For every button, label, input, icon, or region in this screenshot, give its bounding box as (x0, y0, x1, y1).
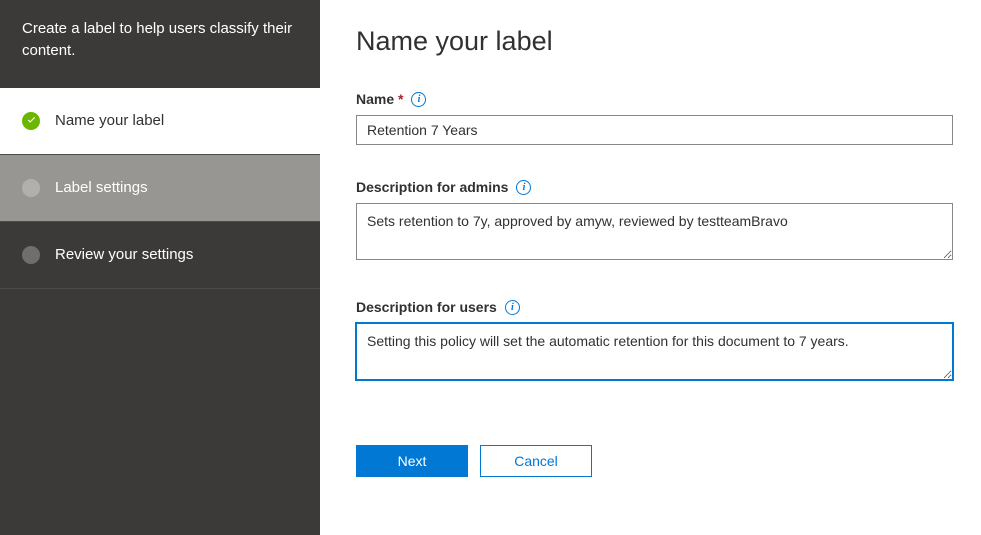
wizard-steps-list: Name your label Label settings Review yo… (0, 88, 320, 289)
admin-desc-field-group: Description for admins i (356, 179, 953, 265)
check-circle-icon (22, 112, 40, 130)
page-title: Name your label (356, 26, 953, 57)
wizard-step-name-label[interactable]: Name your label (0, 88, 320, 155)
info-icon[interactable]: i (516, 180, 531, 195)
pending-circle-icon (22, 246, 40, 264)
wizard-step-label: Label settings (55, 179, 148, 196)
user-desc-input[interactable] (356, 323, 953, 380)
wizard-step-label-settings[interactable]: Label settings (0, 155, 320, 222)
info-icon[interactable]: i (505, 300, 520, 315)
pending-circle-icon (22, 179, 40, 197)
button-row: Next Cancel (356, 445, 953, 477)
admin-desc-label: Description for admins (356, 179, 508, 195)
name-field-group: Name * i (356, 91, 953, 145)
sidebar-header-text: Create a label to help users classify th… (0, 0, 320, 88)
name-input[interactable] (356, 115, 953, 145)
user-desc-field-group: Description for users i (356, 299, 953, 385)
admin-desc-label-row: Description for admins i (356, 179, 953, 195)
wizard-sidebar: Create a label to help users classify th… (0, 0, 320, 535)
user-desc-label-row: Description for users i (356, 299, 953, 315)
name-label: Name * (356, 91, 403, 107)
main-panel: Name your label Name * i Description for… (320, 0, 981, 535)
info-icon[interactable]: i (411, 92, 426, 107)
admin-desc-input[interactable] (356, 203, 953, 260)
required-asterisk: * (398, 91, 403, 107)
wizard-step-review[interactable]: Review your settings (0, 222, 320, 289)
wizard-step-label: Name your label (55, 112, 164, 129)
cancel-button[interactable]: Cancel (480, 445, 592, 477)
name-label-row: Name * i (356, 91, 953, 107)
user-desc-label: Description for users (356, 299, 497, 315)
wizard-step-label: Review your settings (55, 246, 193, 263)
next-button[interactable]: Next (356, 445, 468, 477)
